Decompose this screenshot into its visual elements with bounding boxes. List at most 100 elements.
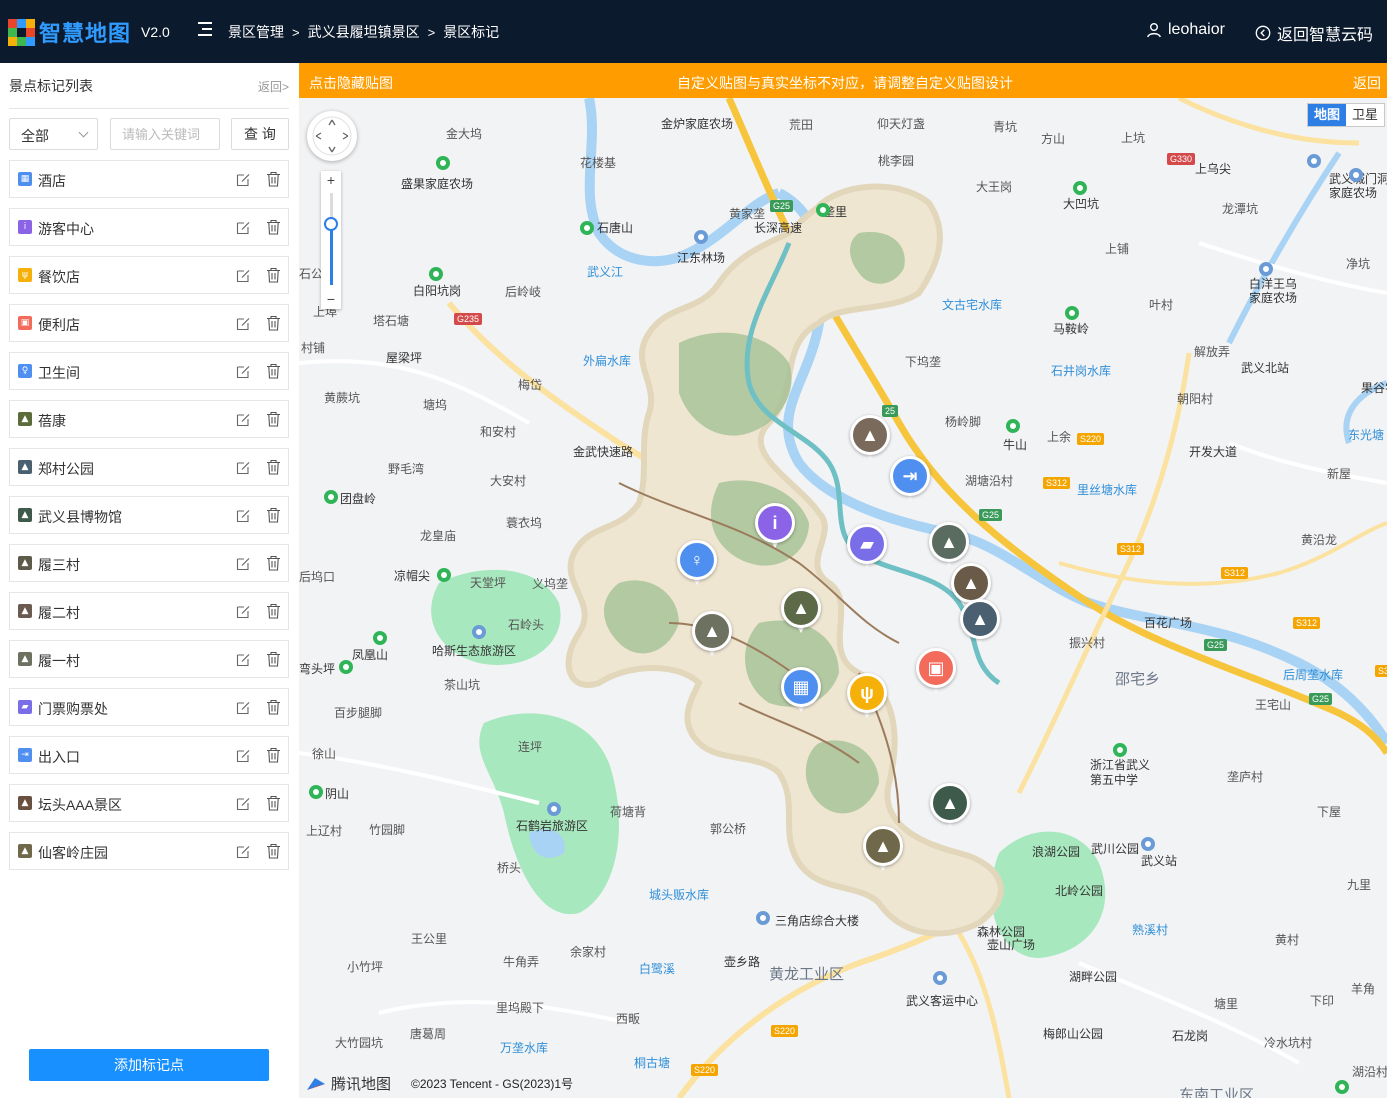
toilet-marker-pin[interactable]: ♀ bbox=[677, 540, 717, 588]
store-marker-pin[interactable]: ▣ bbox=[916, 648, 956, 696]
map-poi-icon[interactable] bbox=[1073, 181, 1087, 195]
map-type-satellite[interactable]: 卫星 bbox=[1346, 104, 1384, 126]
map-canvas[interactable]: 点击隐藏贴图 自定义贴图与真实坐标不对应，请调整自定义贴图设计 返回 金炉家庭农… bbox=[299, 63, 1387, 1098]
marker-list-item[interactable]: ▲ 武义县博物馆 bbox=[9, 496, 289, 534]
map-poi-icon[interactable] bbox=[309, 785, 323, 799]
map-poi-icon[interactable] bbox=[1113, 743, 1127, 757]
keyword-search-input[interactable] bbox=[110, 118, 220, 150]
map-poi-icon[interactable] bbox=[436, 156, 450, 170]
pan-control[interactable] bbox=[307, 111, 357, 161]
edit-icon[interactable] bbox=[236, 220, 251, 235]
hide-overlay-link[interactable]: 点击隐藏贴图 bbox=[309, 73, 393, 93]
map-poi-icon[interactable] bbox=[472, 625, 486, 639]
map-poi-icon[interactable] bbox=[1335, 1080, 1349, 1094]
map-poi-icon[interactable] bbox=[437, 568, 451, 582]
edit-icon[interactable] bbox=[236, 172, 251, 187]
delete-icon[interactable] bbox=[266, 219, 281, 235]
edit-icon[interactable] bbox=[236, 844, 251, 859]
delete-icon[interactable] bbox=[266, 603, 281, 619]
notice-return-link[interactable]: 返回 bbox=[1353, 73, 1381, 93]
menu-toggle-icon[interactable] bbox=[198, 22, 212, 38]
marker-list-item[interactable]: ▲ 蓓康 bbox=[9, 400, 289, 438]
zoom-control[interactable]: + − bbox=[321, 171, 341, 309]
ticket-marker-pin[interactable]: ▰ bbox=[847, 524, 887, 572]
photo-marker-pin[interactable]: ▲ bbox=[930, 783, 970, 831]
edit-icon[interactable] bbox=[236, 652, 251, 667]
delete-icon[interactable] bbox=[266, 171, 281, 187]
add-marker-button[interactable]: 添加标记点 bbox=[29, 1049, 269, 1081]
delete-icon[interactable] bbox=[266, 315, 281, 331]
map-poi-icon[interactable] bbox=[756, 911, 770, 925]
map-poi-icon[interactable] bbox=[1065, 306, 1079, 320]
restaurant-marker-pin[interactable]: ψ bbox=[847, 673, 887, 721]
map-poi-icon[interactable] bbox=[694, 230, 708, 244]
back-to-cloud-link[interactable]: 返回智慧云码 bbox=[1255, 21, 1373, 45]
user-menu[interactable]: leohaior bbox=[1146, 21, 1225, 39]
delete-icon[interactable] bbox=[266, 411, 281, 427]
marker-list-item[interactable]: ▲ 履二村 bbox=[9, 592, 289, 630]
breadcrumb-item-scenic-management[interactable]: 景区管理 bbox=[228, 22, 284, 42]
photo-marker-pin[interactable]: ▲ bbox=[863, 826, 903, 874]
map-poi-icon[interactable] bbox=[933, 971, 947, 985]
map-poi-icon[interactable] bbox=[339, 660, 353, 674]
edit-icon[interactable] bbox=[236, 364, 251, 379]
marker-list-item[interactable]: ▲ 坛头AAA景区 bbox=[9, 784, 289, 822]
breadcrumb-item-scenic-area[interactable]: 武义县履坦镇景区 bbox=[308, 22, 420, 42]
delete-icon[interactable] bbox=[266, 843, 281, 859]
marker-list-item[interactable]: ▲ 履一村 bbox=[9, 640, 289, 678]
delete-icon[interactable] bbox=[266, 795, 281, 811]
marker-list-item[interactable]: ▦ 酒店 bbox=[9, 160, 289, 198]
edit-icon[interactable] bbox=[236, 316, 251, 331]
marker-list-item[interactable]: ▲ 仙客岭庄园 bbox=[9, 832, 289, 870]
map-poi-icon[interactable] bbox=[1259, 262, 1273, 276]
marker-list-item[interactable]: ▣ 便利店 bbox=[9, 304, 289, 342]
edit-icon[interactable] bbox=[236, 268, 251, 283]
edit-icon[interactable] bbox=[236, 508, 251, 523]
photo-marker-pin[interactable]: ▲ bbox=[960, 599, 1000, 647]
edit-icon[interactable] bbox=[236, 796, 251, 811]
map-poi-icon[interactable] bbox=[1349, 168, 1363, 182]
delete-icon[interactable] bbox=[266, 363, 281, 379]
map-poi-icon[interactable] bbox=[1141, 837, 1155, 851]
hotel-marker-pin[interactable]: ▦ bbox=[781, 667, 821, 715]
app-logo[interactable]: 智慧地图 V2.0 bbox=[8, 16, 170, 48]
map-poi-icon[interactable] bbox=[580, 221, 594, 235]
marker-list-item[interactable]: ψ 餐饮店 bbox=[9, 256, 289, 294]
map-poi-icon[interactable] bbox=[547, 802, 561, 816]
marker-list-item[interactable]: ▲ 履三村 bbox=[9, 544, 289, 582]
map-poi-icon[interactable] bbox=[429, 267, 443, 281]
map-poi-icon[interactable] bbox=[373, 631, 387, 645]
edit-icon[interactable] bbox=[236, 460, 251, 475]
zoom-in-button[interactable]: + bbox=[321, 172, 341, 188]
map-poi-icon[interactable] bbox=[1006, 419, 1020, 433]
photo-marker-pin[interactable]: ▲ bbox=[781, 588, 821, 636]
zoom-slider-handle[interactable] bbox=[324, 217, 338, 231]
info-marker-pin[interactable]: i bbox=[755, 503, 795, 551]
marker-list-item[interactable]: ⇥ 出入口 bbox=[9, 736, 289, 774]
delete-icon[interactable] bbox=[266, 651, 281, 667]
delete-icon[interactable] bbox=[266, 747, 281, 763]
map-poi-icon[interactable] bbox=[816, 203, 830, 217]
edit-icon[interactable] bbox=[236, 748, 251, 763]
marker-list-item[interactable]: ♀ 卫生间 bbox=[9, 352, 289, 390]
category-filter-select[interactable]: 全部 bbox=[9, 118, 98, 150]
delete-icon[interactable] bbox=[266, 459, 281, 475]
edit-icon[interactable] bbox=[236, 700, 251, 715]
zoom-out-button[interactable]: − bbox=[321, 291, 341, 307]
marker-list-item[interactable]: ▲ 郑村公园 bbox=[9, 448, 289, 486]
delete-icon[interactable] bbox=[266, 699, 281, 715]
delete-icon[interactable] bbox=[266, 507, 281, 523]
map-type-standard[interactable]: 地图 bbox=[1308, 104, 1346, 126]
edit-icon[interactable] bbox=[236, 556, 251, 571]
edit-icon[interactable] bbox=[236, 604, 251, 619]
marker-list-item[interactable]: ▰ 门票购票处 bbox=[9, 688, 289, 726]
map-poi-icon[interactable] bbox=[324, 490, 338, 504]
delete-icon[interactable] bbox=[266, 267, 281, 283]
photo-marker-pin[interactable]: ▲ bbox=[692, 611, 732, 659]
map-poi-icon[interactable] bbox=[1307, 154, 1321, 168]
marker-list-item[interactable]: i 游客中心 bbox=[9, 208, 289, 246]
sidebar-back-link[interactable]: 返回> bbox=[258, 78, 289, 95]
exit-marker-pin[interactable]: ⇥ bbox=[890, 456, 930, 504]
edit-icon[interactable] bbox=[236, 412, 251, 427]
query-button[interactable]: 查 询 bbox=[231, 118, 289, 150]
